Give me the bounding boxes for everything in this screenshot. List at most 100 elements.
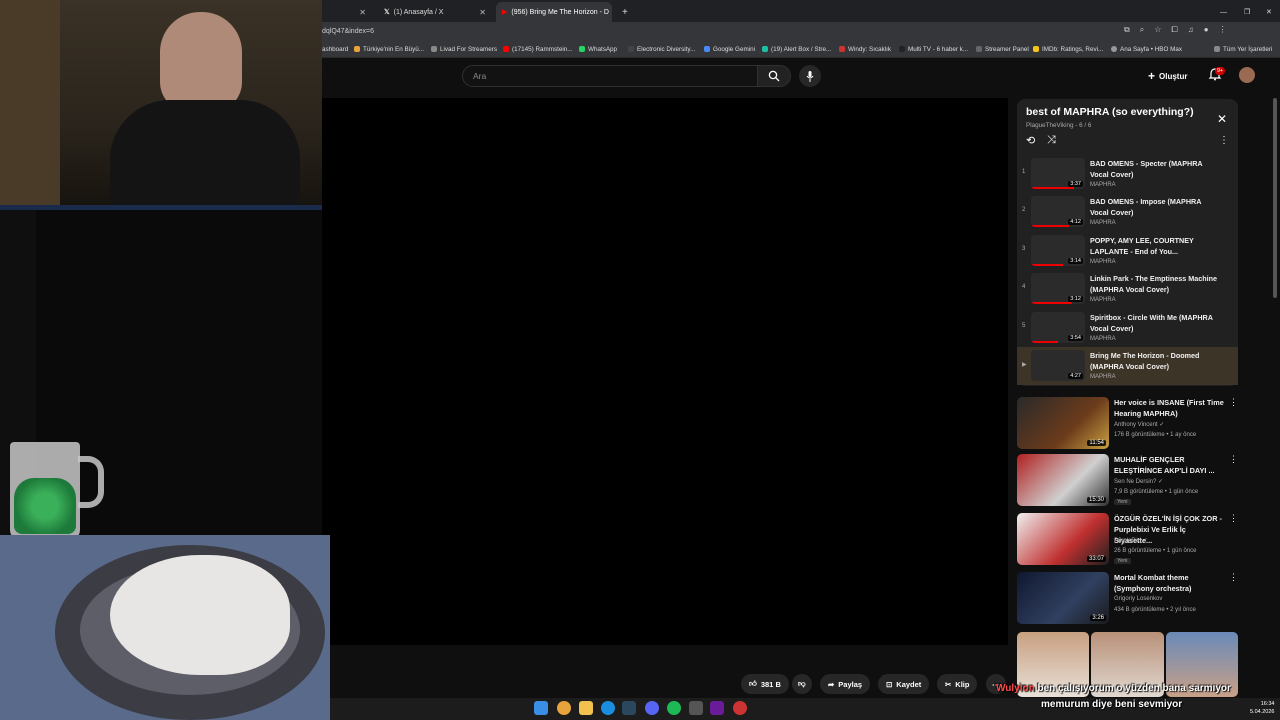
all-bookmarks[interactable]: Tüm Yer İşaretleri [1214, 42, 1272, 58]
discord-icon[interactable] [645, 701, 659, 715]
playlist-item[interactable]: 2 4:12 BAD OMENS - Impose (MAPHRA Vocal … [1017, 193, 1238, 231]
bookmark[interactable]: (19) Alert Box / Stre... [762, 42, 831, 58]
loop-icon[interactable]: ⟲ [1026, 134, 1035, 147]
search-input[interactable]: Ara [462, 65, 758, 87]
channel-name[interactable]: MAPHRA [1090, 182, 1116, 188]
app-icon[interactable] [710, 701, 724, 715]
edge-icon[interactable] [601, 701, 615, 715]
bookmark[interactable]: Google Gemini [704, 42, 755, 58]
bookmark[interactable]: Streamer Panel [976, 42, 1029, 58]
maximize-icon[interactable]: ❐ [1238, 2, 1252, 22]
channel-name[interactable]: PurpleBixi ✓ [1114, 537, 1148, 544]
dislike-button[interactable]: 👎︎ [792, 674, 812, 694]
epic-games-icon[interactable] [689, 701, 703, 715]
playlist-item[interactable]: 3 3:14 POPPY, AMY LEE, COURTNEY LAPLANTE… [1017, 232, 1238, 270]
bookmark[interactable]: Windy: Sıcaklık [839, 42, 891, 58]
like-button[interactable]: 👍︎ 381 B [741, 674, 789, 694]
video-title[interactable]: POPPY, AMY LEE, COURTNEY LAPLANTE - End … [1090, 235, 1220, 257]
video-player[interactable] [322, 98, 1008, 645]
steam-icon[interactable] [622, 701, 636, 715]
video-thumbnail[interactable]: 3:54 [1031, 312, 1085, 343]
video-title[interactable]: Linkin Park - The Emptiness Machine (MAP… [1090, 273, 1220, 295]
playlist-item[interactable]: 1 3:37 BAD OMENS - Specter (MAPHRA Vocal… [1017, 155, 1238, 193]
channel-name[interactable]: Anthony Vincent ✓ [1114, 421, 1164, 428]
more-icon[interactable]: ⋮ [1229, 397, 1238, 408]
voice-search-button[interactable] [799, 65, 821, 87]
more-icon[interactable]: ⋮ [1219, 135, 1229, 146]
install-icon[interactable]: ⧉ [1124, 25, 1130, 35]
channel-name[interactable]: MAPHRA [1090, 259, 1116, 265]
recommended-video[interactable]: 3:26 Mortal Kombat theme (Symphony orche… [1017, 572, 1238, 624]
zoom-icon[interactable]: ⌕ [1140, 25, 1144, 35]
recommended-video[interactable]: 15:30 MUHALİF GENÇLER ELEŞTİRİNCE AKP'Lİ… [1017, 454, 1238, 506]
search-button[interactable] [757, 65, 791, 87]
file-explorer-icon[interactable] [579, 701, 593, 715]
tab-close-icon[interactable]: ✕ [359, 8, 366, 17]
video-thumbnail[interactable]: 3:12 [1031, 273, 1085, 304]
bookmark[interactable]: IMDb: Ratings, Revi... [1033, 42, 1103, 58]
more-icon[interactable]: ⋮ [1229, 572, 1238, 583]
tab-close-icon[interactable]: ✕ [479, 8, 486, 17]
system-clock[interactable]: 16:34 5.04.2026 [1250, 700, 1274, 716]
video-thumbnail[interactable]: 11:54 [1017, 397, 1109, 449]
shuffle-icon[interactable]: ⤨ [1047, 134, 1056, 147]
close-window-icon[interactable]: ✕ [1260, 2, 1274, 22]
video-title[interactable]: Mortal Kombat theme (Symphony orchestra) [1114, 572, 1224, 594]
clip-button[interactable]: ✂ Klip [937, 674, 978, 694]
bookmark[interactable]: Livad For Streamers [431, 42, 497, 58]
more-icon[interactable]: ⋮ [1229, 513, 1238, 524]
save-button[interactable]: ⊡ Kaydet [878, 674, 930, 694]
scrollbar[interactable] [1273, 98, 1277, 298]
video-title[interactable]: Her voice is INSANE (First Time Hearing … [1114, 397, 1224, 419]
bookmark[interactable]: (17145) Rammstein... [503, 42, 573, 58]
video-thumbnail[interactable]: 15:30 [1017, 454, 1109, 506]
video-title[interactable]: MUHALİF GENÇLER ELEŞTİRİNCE AKP'Lİ DAYI … [1114, 454, 1224, 476]
channel-name[interactable]: Sen Ne Dersin? ✓ [1114, 478, 1163, 485]
video-title[interactable]: Bring Me The Horizon - Doomed (MAPHRA Vo… [1090, 350, 1220, 372]
channel-name[interactable]: MAPHRA [1090, 374, 1116, 380]
video-thumbnail[interactable]: 4:27 [1031, 350, 1085, 381]
spotify-icon[interactable] [667, 701, 681, 715]
minimize-icon[interactable]: — [1214, 2, 1228, 22]
tab-youtube[interactable]: ▶(956) Bring Me The Horizon - D✕ [496, 2, 612, 22]
video-title[interactable]: BAD OMENS - Impose (MAPHRA Vocal Cover) [1090, 196, 1220, 218]
extensions-icon[interactable]: ⧠ [1171, 25, 1177, 35]
bookmark[interactable]: Türkiye'nin En Büyü... [354, 42, 424, 58]
channel-name[interactable]: MAPHRA [1090, 336, 1116, 342]
playlist-item[interactable]: ▶ 4:27 Bring Me The Horizon - Doomed (MA… [1017, 347, 1238, 385]
playlist-title[interactable]: best of MAPHRA (so everything?) [1026, 106, 1194, 118]
channel-name[interactable]: MAPHRA [1090, 220, 1116, 226]
video-thumbnail[interactable]: 3:37 [1031, 158, 1085, 189]
create-button[interactable]: + Oluştur [1148, 66, 1187, 86]
start-icon[interactable] [534, 701, 548, 715]
playlist-item[interactable]: 4 3:12 Linkin Park - The Emptiness Machi… [1017, 270, 1238, 308]
menu-icon[interactable]: ⋮ [1219, 25, 1227, 35]
video-thumbnail[interactable]: 33:07 [1017, 513, 1109, 565]
playlist-item[interactable]: 5 3:54 Spiritbox - Circle With Me (MAPHR… [1017, 309, 1238, 347]
profile-icon[interactable]: ● [1204, 25, 1209, 35]
chrome-icon[interactable] [557, 701, 571, 715]
share-button[interactable]: ➦ Paylaş [820, 674, 871, 694]
bookmark[interactable]: Electronic Diversity... [628, 42, 695, 58]
bookmark[interactable]: ashboard [322, 42, 348, 58]
tab-0[interactable]: ✕ [324, 2, 372, 22]
new-tab-button[interactable]: + [616, 2, 630, 22]
url-text[interactable]: dqlQ47&index=6 [322, 22, 374, 42]
app-icon[interactable] [733, 701, 747, 715]
more-icon[interactable]: ⋮ [1229, 454, 1238, 465]
channel-name[interactable]: Grigoriy Losenkov [1114, 596, 1162, 602]
star-icon[interactable]: ☆ [1154, 25, 1161, 35]
bookmark[interactable]: WhatsApp [579, 42, 617, 58]
video-title[interactable]: Spiritbox - Circle With Me (MAPHRA Vocal… [1090, 312, 1220, 334]
video-title[interactable]: BAD OMENS - Specter (MAPHRA Vocal Cover) [1090, 158, 1220, 180]
account-avatar[interactable] [1239, 67, 1255, 83]
bookmark[interactable]: Multi TV - 6 haber k... [899, 42, 968, 58]
video-thumbnail[interactable]: 4:12 [1031, 196, 1085, 227]
close-icon[interactable]: ✕ [1217, 112, 1227, 126]
recommended-video[interactable]: 33:07 ÖZGÜR ÖZEL'İN İŞİ ÇOK ZOR - Purple… [1017, 513, 1238, 565]
video-thumbnail[interactable]: 3:14 [1031, 235, 1085, 266]
tab-x[interactable]: 𝕏 (1) Anasayfa / X ✕ [378, 2, 492, 22]
recommended-video[interactable]: 11:54 Her voice is INSANE (First Time He… [1017, 397, 1238, 449]
video-thumbnail[interactable]: 3:26 [1017, 572, 1109, 624]
channel-name[interactable]: MAPHRA [1090, 297, 1116, 303]
